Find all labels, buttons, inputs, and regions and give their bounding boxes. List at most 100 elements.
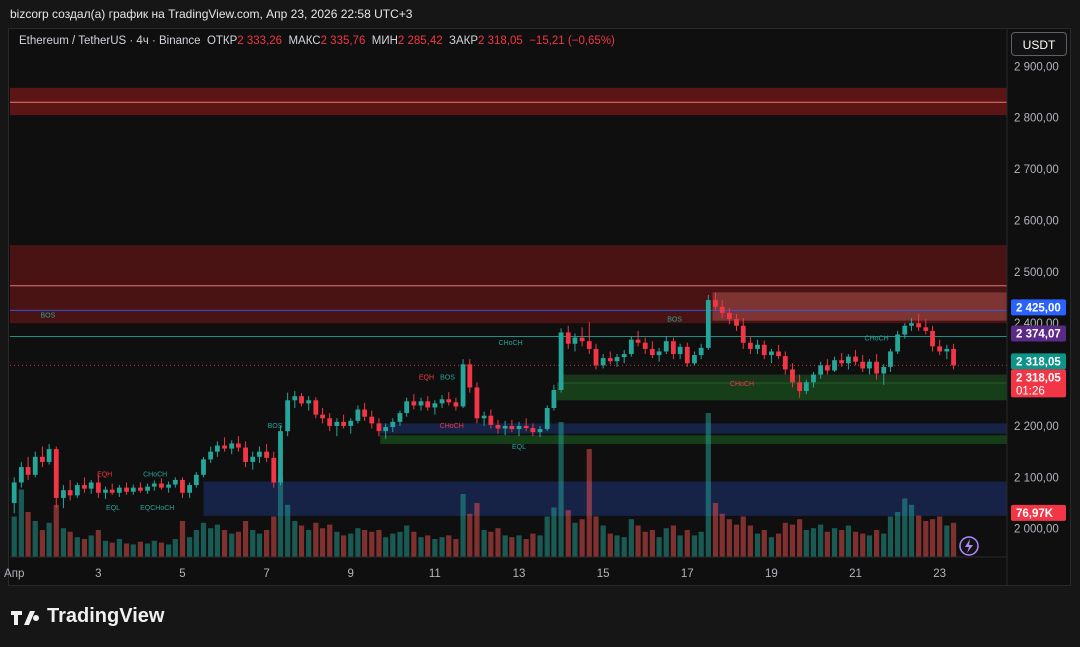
volume-bar — [144, 543, 151, 557]
volume-bar — [488, 531, 494, 557]
candle-body — [782, 356, 788, 370]
candle-body — [278, 431, 283, 483]
candle-body — [271, 457, 277, 483]
candle-body — [530, 428, 536, 433]
volume-bar — [824, 531, 830, 557]
volume-bar — [670, 525, 677, 557]
candle-body — [565, 332, 571, 344]
price-badge-label: 2 374,07 — [1016, 329, 1061, 341]
candle-body — [306, 400, 312, 404]
candle-body — [860, 361, 866, 369]
price-badge-label: 2 318,05 — [1016, 356, 1061, 368]
volume-bar — [628, 519, 634, 557]
volume-bar — [768, 537, 775, 557]
volume-bar — [789, 524, 796, 557]
volume-bar — [376, 530, 382, 557]
candle-body — [369, 416, 375, 424]
annotation-label: EQCHoCH — [140, 505, 174, 512]
y-tick-label: 2 900,00 — [1014, 61, 1059, 73]
volume-bar — [944, 525, 950, 557]
volume-bar — [530, 533, 536, 557]
volume-bar — [313, 522, 319, 557]
x-tick-label: 13 — [513, 568, 526, 580]
price-chart[interactable]: BOS EQH EQL CHoCH EQCHoCH BOS EQH BOS CHoCH CHoCH… — [0, 0, 1080, 647]
candle-body — [572, 337, 578, 344]
volume-bar — [852, 531, 859, 557]
volume-bar — [179, 521, 186, 557]
x-tick-label: 11 — [429, 568, 441, 580]
volume-bar — [818, 524, 824, 557]
volume-bar — [88, 535, 94, 557]
candle-body — [25, 467, 31, 475]
volume-bar — [873, 530, 880, 557]
price-badge-label: 2 425,00 — [1016, 302, 1061, 314]
volume-bar — [256, 533, 263, 557]
candle-body — [208, 451, 214, 460]
zone-liquidity-6 — [203, 481, 1007, 516]
volume-bar — [46, 522, 52, 557]
tradingview-brand: TradingView — [47, 605, 165, 627]
volume-bar — [712, 503, 719, 557]
candle-body — [692, 355, 697, 364]
candle-body — [902, 325, 908, 335]
volume-bar — [404, 525, 410, 557]
volume-bar — [733, 524, 740, 557]
volume-bar — [726, 519, 732, 557]
candle-body — [109, 489, 115, 493]
y-tick-label: 2 600,00 — [1014, 215, 1059, 227]
candle-body — [355, 409, 361, 421]
volume-bar — [306, 530, 312, 557]
volume-bar — [187, 537, 193, 557]
zone-supply-0 — [10, 87, 1007, 116]
volume-bar — [923, 521, 929, 557]
candle-body — [116, 487, 122, 493]
volume-bar — [895, 512, 901, 557]
volume-bar — [663, 528, 669, 557]
candle-body — [600, 358, 606, 366]
candle-body — [53, 449, 59, 498]
volume-bar — [656, 537, 662, 557]
candle-body — [481, 415, 487, 419]
volume-bar — [425, 535, 431, 557]
annotation-label: BOS — [667, 317, 682, 324]
candle-body — [642, 342, 648, 349]
volume-bar — [165, 544, 172, 557]
candle-body — [397, 413, 403, 422]
candle-body — [895, 334, 901, 352]
candle-body — [881, 366, 887, 374]
zone-supply-2 — [712, 292, 1007, 321]
candle-body — [39, 456, 45, 462]
candle-body — [516, 425, 522, 430]
candle-body — [495, 424, 501, 429]
volume-bar — [348, 533, 354, 557]
candle-body — [593, 348, 599, 366]
annotation-label: BOS — [440, 375, 455, 382]
volume-bar — [446, 535, 452, 557]
volume-bar — [319, 528, 326, 557]
volume-bar — [11, 516, 17, 557]
volume-bar — [719, 513, 725, 557]
volume-bar — [439, 537, 445, 557]
candle-body — [334, 421, 340, 426]
candle-body — [951, 348, 956, 366]
volume-bar — [123, 543, 130, 557]
candle-body — [888, 351, 893, 367]
volume-bar — [551, 507, 557, 557]
candle-body — [846, 356, 851, 364]
annotation-label: EQH — [419, 375, 434, 382]
candle-body — [446, 399, 452, 403]
volume-bar — [137, 541, 144, 557]
candle-body — [832, 360, 837, 371]
volume-bar — [214, 524, 220, 557]
candle-body — [61, 490, 66, 498]
candle-body — [180, 479, 185, 493]
volume-bar — [208, 528, 214, 557]
volume-bar — [810, 528, 817, 557]
candle-body — [453, 402, 459, 407]
volume-bar — [509, 537, 515, 557]
annotation-label: EQL — [512, 444, 526, 451]
candle-body — [523, 425, 529, 429]
candle-body — [467, 364, 473, 388]
volume-bar — [747, 525, 753, 557]
volume-bar — [334, 531, 340, 557]
